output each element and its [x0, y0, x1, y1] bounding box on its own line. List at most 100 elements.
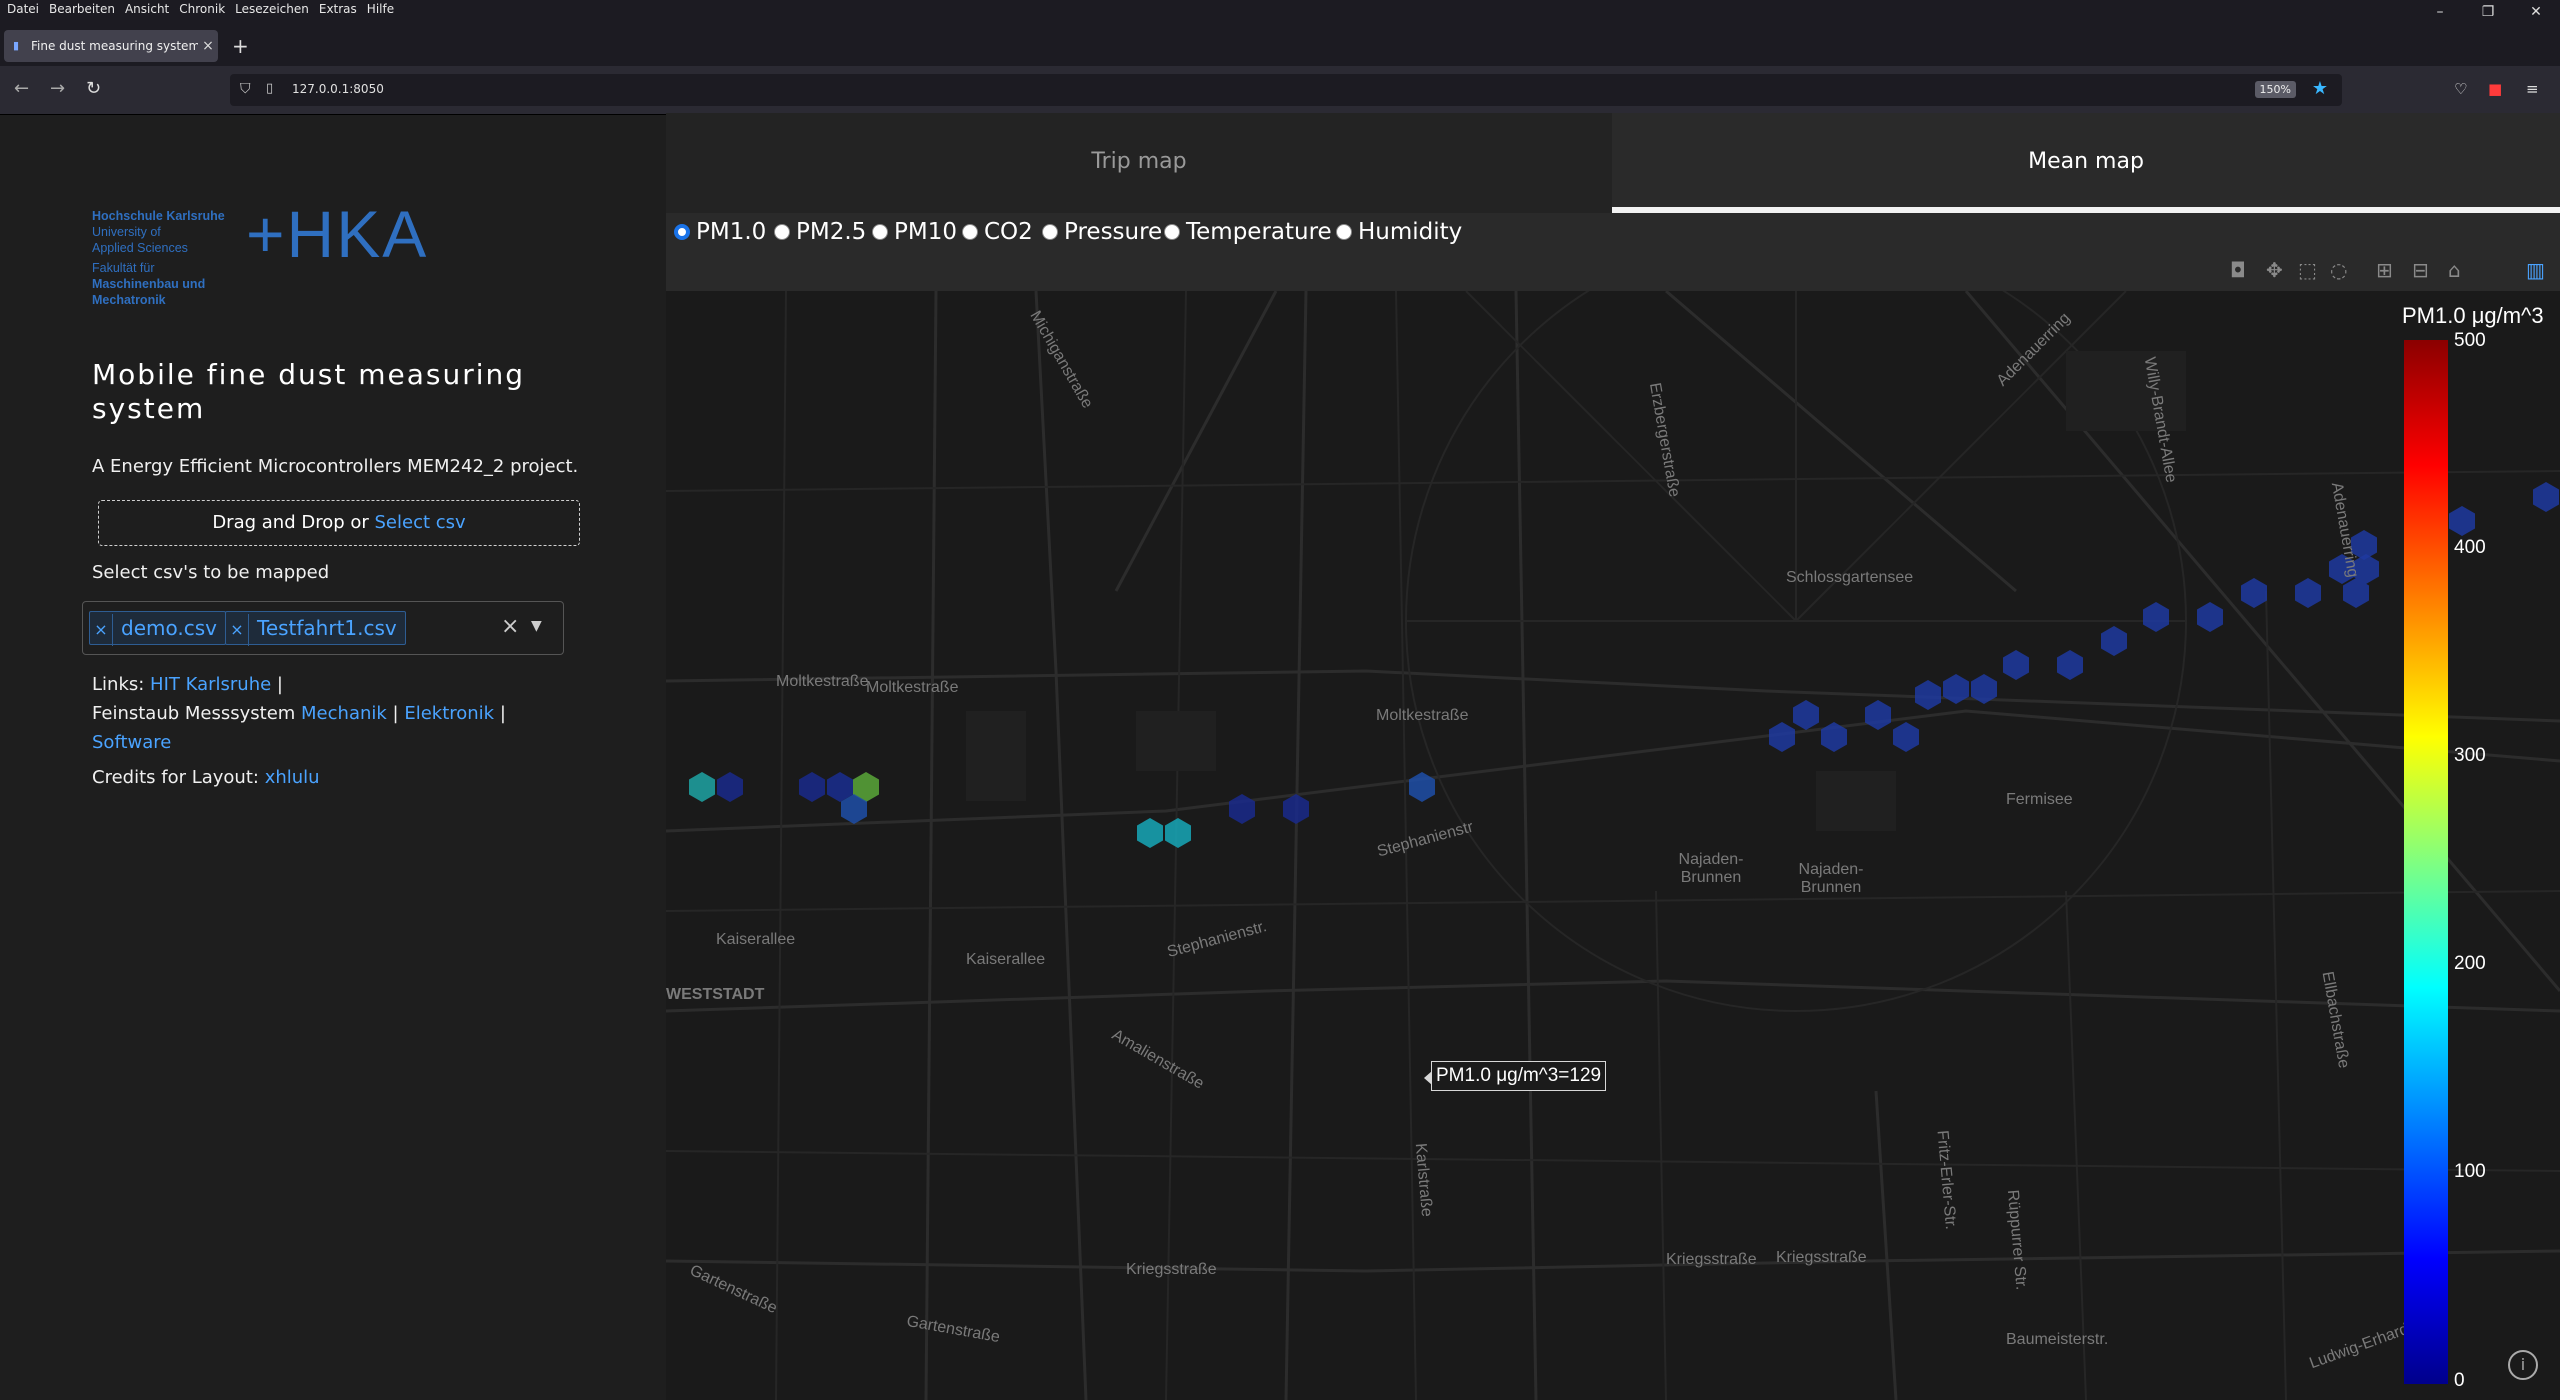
lasso-icon[interactable]: ◌: [2330, 258, 2347, 282]
radio-dot[interactable]: [962, 224, 978, 240]
elektronik-link[interactable]: Elektronik: [404, 703, 494, 724]
street-label: Kriegsstraße: [1126, 1261, 1217, 1278]
hexbin-cell[interactable]: [1793, 700, 1819, 730]
radio-dot[interactable]: [1336, 224, 1352, 240]
radio-temperature[interactable]: Temperature: [1164, 219, 1332, 245]
pan-icon[interactable]: ✥: [2266, 258, 2283, 282]
radio-dot[interactable]: [774, 224, 790, 240]
url-bar[interactable]: ⛉ ▯ 127.0.0.1:8050 150% ★: [230, 74, 2342, 106]
tab-mean-map[interactable]: Mean map: [1612, 113, 2560, 213]
radio-pm25[interactable]: PM2.5: [774, 219, 866, 245]
hexbin-cell[interactable]: [2197, 602, 2223, 632]
radio-pressure[interactable]: Pressure: [1042, 219, 1162, 245]
hexbin-cell[interactable]: [2057, 650, 2083, 680]
new-tab-icon[interactable]: +: [232, 34, 249, 58]
radio-dot[interactable]: [674, 224, 690, 240]
menu-hilfe[interactable]: Hilfe: [362, 0, 399, 16]
hexbin-cell[interactable]: [2241, 578, 2267, 608]
selected-file-chip: × Testfahrt1.csv: [225, 611, 406, 646]
street-label: Moltkestraße: [776, 673, 869, 690]
browser-tab-active[interactable]: ▮ Fine dust measuring system mo ×: [4, 30, 218, 62]
home-icon[interactable]: ⌂: [2448, 258, 2461, 282]
plotly-logo-icon[interactable]: ▥: [2526, 258, 2545, 282]
chart-favicon-icon: ▮: [13, 39, 20, 52]
hexbin-cell[interactable]: [1283, 794, 1309, 824]
street-label: Fermisee: [2006, 791, 2073, 808]
url-text[interactable]: 127.0.0.1:8050: [292, 82, 384, 96]
back-icon[interactable]: ←: [14, 78, 29, 99]
csv-multiselect[interactable]: × demo.csv × Testfahrt1.csv × ▼: [82, 601, 564, 655]
reload-icon[interactable]: ↻: [86, 78, 101, 99]
radio-dot[interactable]: [1164, 224, 1180, 240]
hexbin-cell[interactable]: [689, 772, 715, 802]
hexbin-cell[interactable]: [1893, 722, 1919, 752]
shield-icon[interactable]: ⛉: [240, 81, 251, 97]
hexbin-cell[interactable]: [799, 772, 825, 802]
street-label: Schlossgartensee: [1786, 569, 1914, 586]
radio-pm10[interactable]: PM1.0: [674, 219, 766, 245]
colorbar-tick: 400: [2454, 537, 2486, 558]
zoom-level[interactable]: 150%: [2254, 81, 2296, 98]
hexbin-cell[interactable]: [2101, 626, 2127, 656]
hexbin-cell[interactable]: [1165, 818, 1191, 848]
radio-humidity[interactable]: Humidity: [1336, 219, 1462, 245]
close-tab-icon[interactable]: ×: [198, 38, 218, 54]
hover-tooltip: PM1.0 μg/m^3=129: [1423, 1061, 1607, 1091]
radio-co2[interactable]: CO2: [962, 219, 1033, 245]
xhlulu-link[interactable]: xhlulu: [265, 767, 320, 788]
mean-map[interactable]: Michiganstraße Adenauerring Willy-Brandt…: [666, 291, 2560, 1400]
clear-selection-icon[interactable]: ×: [501, 614, 519, 639]
zoom-out-icon[interactable]: ⊟: [2412, 258, 2429, 282]
camera-icon[interactable]: ◘: [2230, 258, 2246, 282]
radio-pm10-coarse[interactable]: PM10: [872, 219, 957, 245]
menu-chronik[interactable]: Chronik: [174, 0, 230, 16]
colorbar-tick: 100: [2454, 1161, 2486, 1182]
menu-extras[interactable]: Extras: [314, 0, 362, 16]
page-icon[interactable]: ▯: [266, 81, 273, 96]
zoom-in-icon[interactable]: ⊞: [2376, 258, 2393, 282]
hamburger-menu-icon[interactable]: ≡: [2526, 80, 2539, 98]
hexbin-cell[interactable]: [2143, 602, 2169, 632]
radio-dot[interactable]: [1042, 224, 1058, 240]
logo-line: Maschinenbau und: [92, 277, 206, 291]
hexbin-cell[interactable]: [1915, 680, 1941, 710]
radio-dot[interactable]: [872, 224, 888, 240]
street-label: Moltkestraße: [866, 679, 959, 696]
hexbin-cell[interactable]: [717, 772, 743, 802]
logo-line: Mechatronik: [92, 293, 166, 307]
tab-trip-map[interactable]: Trip map: [666, 113, 1612, 214]
hexbin-cell[interactable]: [2449, 506, 2475, 536]
radio-label: Temperature: [1186, 219, 1332, 245]
hit-karlsruhe-link[interactable]: HIT Karlsruhe: [150, 674, 271, 695]
radio-label: Pressure: [1064, 219, 1163, 245]
box-select-icon[interactable]: ⬚: [2298, 258, 2317, 282]
menu-ansicht[interactable]: Ansicht: [120, 0, 174, 16]
colorbar-tick: 200: [2454, 953, 2486, 974]
ublock-icon[interactable]: ■: [2488, 80, 2502, 98]
forward-icon[interactable]: →: [50, 78, 65, 99]
remove-chip-icon[interactable]: ×: [90, 614, 113, 646]
info-icon[interactable]: i: [2508, 1350, 2538, 1380]
hexbin-cell[interactable]: [1229, 794, 1255, 824]
hexbin-cell[interactable]: [1137, 818, 1163, 848]
select-csv-link[interactable]: Select csv: [375, 512, 466, 533]
hexbin-cell[interactable]: [2533, 482, 2559, 512]
hexbin-cell[interactable]: [1865, 700, 1891, 730]
hexbin-cell[interactable]: [2295, 578, 2321, 608]
menu-lesezeichen[interactable]: Lesezeichen: [230, 0, 314, 16]
plot-modebar: ◘ ✥ ⬚ ◌ ⊞ ⊟ ⌂ ▥: [2230, 258, 2560, 288]
colorbar-title: PM1.0 μg/m^3: [2402, 303, 2544, 328]
chevron-down-icon[interactable]: ▼: [531, 618, 542, 634]
hexbin-cell[interactable]: [1769, 722, 1795, 752]
colorbar: [2404, 340, 2448, 1384]
colorbar-tick: 0: [2454, 1370, 2465, 1391]
hexbin-cell[interactable]: [2003, 650, 2029, 680]
menu-bearbeiten[interactable]: Bearbeiten: [44, 0, 120, 16]
remove-chip-icon[interactable]: ×: [226, 614, 249, 646]
csv-upload-dropzone[interactable]: Drag and Drop or Select csv: [98, 500, 580, 546]
pocket-icon[interactable]: ♡: [2454, 80, 2467, 98]
menu-datei[interactable]: Datei: [0, 0, 44, 16]
software-link[interactable]: Software: [92, 732, 171, 753]
mechanik-link[interactable]: Mechanik: [301, 703, 387, 724]
bookmark-star-icon[interactable]: ★: [2312, 78, 2328, 99]
